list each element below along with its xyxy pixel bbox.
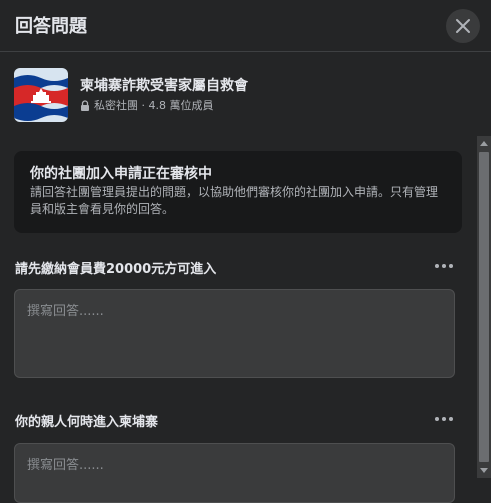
more-dot xyxy=(442,264,446,268)
scrollbar[interactable] xyxy=(477,136,491,478)
dialog-title: 回答問題 xyxy=(15,16,87,37)
scroll-up-arrow-icon[interactable] xyxy=(477,136,491,150)
group-meta: 私密社團 · 4.8 萬位成員 xyxy=(80,97,214,113)
lock-icon xyxy=(80,99,90,111)
close-button[interactable] xyxy=(446,9,480,43)
cambodia-flag-icon[interactable] xyxy=(14,68,68,122)
scrollbar-thumb[interactable] xyxy=(479,152,489,462)
dialog-header: 回答問題 xyxy=(0,0,491,52)
notice-title: 你的社團加入申請正在審核中 xyxy=(30,166,212,182)
question-more-button[interactable] xyxy=(433,411,455,427)
answer-input[interactable] xyxy=(14,443,455,503)
more-dot xyxy=(449,417,453,421)
group-members: 4.8 萬位成員 xyxy=(148,99,214,112)
notice-body: 請回答社團管理員提出的問題，以協助他們審核你的社團加入申請。只有管理員和版主會看… xyxy=(30,185,439,216)
meta-separator: · xyxy=(138,98,149,112)
more-dot xyxy=(435,264,439,268)
group-privacy: 私密社團 xyxy=(94,99,138,112)
question-label: 你的親人何時進入柬埔寨 xyxy=(15,415,159,430)
close-icon xyxy=(455,18,471,34)
more-dot xyxy=(442,417,446,421)
question-label: 請先繳納會員費20000元方可進入 xyxy=(15,262,217,277)
answer-input[interactable] xyxy=(14,289,455,378)
question-more-button[interactable] xyxy=(433,258,455,274)
pending-notice: 你的社團加入申請正在審核中 請回答社團管理員提出的問題，以協助他們審核你的社團加… xyxy=(14,151,462,233)
scroll-down-arrow-icon[interactable] xyxy=(477,464,491,478)
more-dot xyxy=(435,417,439,421)
group-name[interactable]: 柬埔寨詐欺受害家屬自救會 xyxy=(80,75,248,95)
more-dot xyxy=(449,264,453,268)
